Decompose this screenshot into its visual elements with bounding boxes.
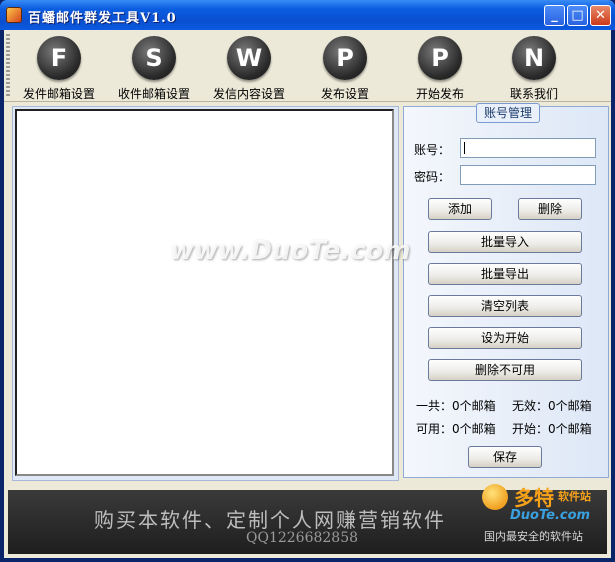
logo-tagline: 国内最安全的软件站 [484,530,583,543]
clear-list-button[interactable]: 清空列表 [428,295,582,317]
delete-unavailable-button[interactable]: 删除不可用 [428,359,582,381]
duote-logo: 多特 软件站 DuoTe.com 国内最安全的软件站 [474,476,614,560]
batch-export-button[interactable]: 批量导出 [428,263,582,285]
toolbar-label: 收件邮箱设置 [117,87,190,101]
logo-cn: 多特 [514,486,554,510]
set-start-button[interactable]: 设为开始 [428,327,582,349]
toolbar-label: 发布设置 [320,87,369,101]
password-input[interactable] [460,165,596,185]
delete-button[interactable]: 删除 [518,198,582,220]
stat-total-value: 0个邮箱 [452,399,496,413]
batch-import-button[interactable]: 批量导入 [428,231,582,253]
mascot-icon [482,484,508,510]
title-bar[interactable]: 百蟠邮件群发工具V1.0 _ □ ✕ [0,0,615,30]
toolbar-publish-settings[interactable]: P 发布设置 [298,34,392,101]
stat-start: 开始：0个邮箱 [512,420,592,437]
save-button[interactable]: 保存 [468,446,542,468]
stat-start-label: 开始： [512,422,549,436]
s-icon: S [132,36,176,80]
text-caret [464,142,465,154]
p-icon: P [323,36,367,80]
toolbar-label: 发信内容设置 [212,87,285,101]
account-label: 账号： [414,143,451,157]
stat-available-value: 0个邮箱 [452,422,496,436]
add-button[interactable]: 添加 [428,198,492,220]
group-title: 账号管理 [476,103,540,123]
log-list[interactable] [15,109,394,476]
toolbar-label: 联系我们 [509,87,558,101]
stat-start-value: 0个邮箱 [548,422,592,436]
watermark-text: www.DuoTe.com [170,236,411,266]
toolbar-contact-us[interactable]: N 联系我们 [487,34,581,101]
log-panel [12,106,399,481]
stat-available: 可用：0个邮箱 [416,420,496,437]
p-icon: P [418,36,462,80]
toolbar-recipient-settings[interactable]: S 收件邮箱设置 [107,34,201,101]
account-panel: 账号管理 账号： 密码： 添加 删除 批量导入 批量导出 清空列表 设为开始 删… [403,103,609,478]
password-label: 密码： [414,170,451,184]
logo-en: DuoTe.com [510,508,591,523]
w-icon: W [227,36,271,80]
window-title: 百蟠邮件群发工具V1.0 [28,11,177,26]
stat-available-label: 可用： [416,422,453,436]
stat-total-label: 一共： [416,399,453,413]
app-window: 百蟠邮件群发工具V1.0 _ □ ✕ F 发件邮箱设置 S 收件邮箱设置 W 发… [0,0,615,562]
toolbar-label: 发件邮箱设置 [22,87,95,101]
toolbar-grip[interactable] [6,34,10,96]
toolbar-start-publish[interactable]: P 开始发布 [393,34,487,101]
minimize-button[interactable]: _ [544,5,565,26]
maximize-button[interactable]: □ [567,5,588,26]
n-icon: N [512,36,556,80]
toolbar-label: 开始发布 [415,87,464,101]
stat-invalid-value: 0个邮箱 [548,399,592,413]
fi-icon: F [37,36,81,80]
toolbar-sender-settings[interactable]: F 发件邮箱设置 [12,34,106,101]
ad-text: 购买本软件、定制个人网赚营销软件 [94,508,446,532]
qq-text: QQ1226682858 [246,530,359,546]
account-input[interactable] [460,138,596,158]
logo-site: 软件站 [558,490,591,503]
app-icon[interactable] [6,7,22,23]
stat-invalid: 无效：0个邮箱 [512,397,592,414]
close-button[interactable]: ✕ [590,5,611,26]
toolbar-content-settings[interactable]: W 发信内容设置 [202,34,296,101]
toolbar: F 发件邮箱设置 S 收件邮箱设置 W 发信内容设置 P 发布设置 P 开始发布… [4,30,611,102]
stat-total: 一共：0个邮箱 [416,397,496,414]
stat-invalid-label: 无效： [512,399,549,413]
